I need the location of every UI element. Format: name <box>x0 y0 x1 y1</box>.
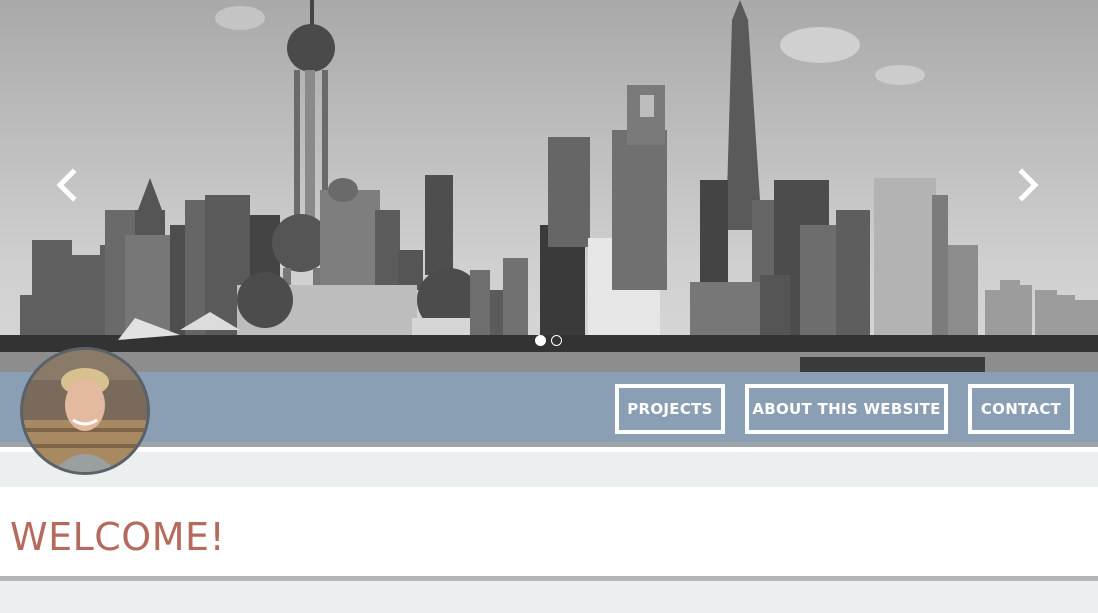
welcome-section: WELCOME! <box>0 487 1098 576</box>
carousel-indicator-2[interactable] <box>551 335 562 346</box>
navbar: PROJECTS ABOUT THIS WEBSITE CONTACT <box>0 372 1098 447</box>
hero-carousel <box>0 0 1098 372</box>
chevron-left-icon <box>56 168 77 202</box>
page-title: WELCOME! <box>10 515 226 559</box>
carousel-indicators <box>535 335 562 346</box>
footer-band <box>0 581 1098 613</box>
nav-projects-button[interactable]: PROJECTS <box>615 384 725 434</box>
nav-about-button[interactable]: ABOUT THIS WEBSITE <box>745 384 948 434</box>
carousel-prev-button[interactable] <box>54 168 84 204</box>
carousel-next-button[interactable] <box>1017 168 1047 204</box>
divider-band <box>0 452 1098 487</box>
chevron-right-icon <box>1018 168 1039 202</box>
profile-photo <box>23 350 147 472</box>
carousel-indicator-1[interactable] <box>535 335 546 346</box>
nav-contact-button[interactable]: CONTACT <box>968 384 1074 434</box>
skyline-image <box>0 0 1098 372</box>
avatar <box>20 347 150 475</box>
